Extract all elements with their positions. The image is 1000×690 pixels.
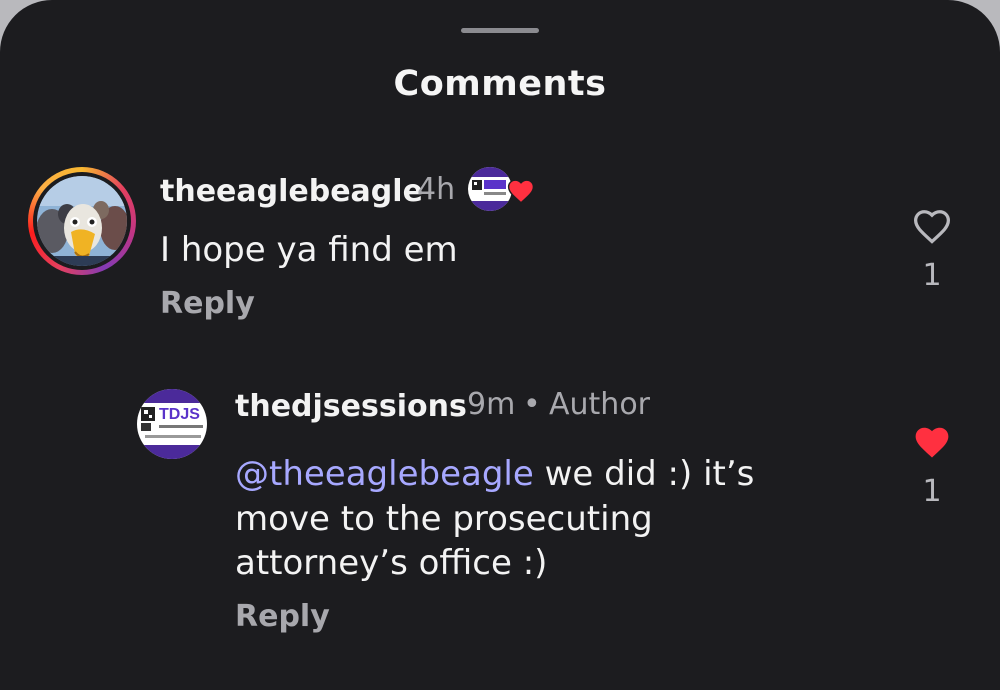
reply-username[interactable]: thedjsessions <box>235 389 467 424</box>
reply-button[interactable]: Reply <box>160 286 255 321</box>
like-count: 1 <box>922 258 942 293</box>
comments-sheet: Comments theeaglebeagle 4h I hope ya fin… <box>0 0 1000 690</box>
reply-button[interactable]: Reply <box>235 599 330 634</box>
heart-filled-icon[interactable] <box>912 424 952 460</box>
drag-handle[interactable] <box>461 28 539 33</box>
avatar[interactable]: TDJS <box>137 389 207 459</box>
story-ring-avatar[interactable] <box>28 167 136 275</box>
meta-separator: • <box>523 387 541 422</box>
comment-username[interactable]: theeaglebeagle <box>160 174 423 209</box>
comment-timestamp: 4h <box>417 172 456 207</box>
heart-outline-icon[interactable] <box>912 208 952 244</box>
creator-liked-heart-icon <box>507 179 535 204</box>
sheet-title: Comments <box>393 64 607 104</box>
reply-text-line-1: @theeaglebeagle we did :) it’s <box>235 454 755 494</box>
reply-text-line-3: attorney’s office :) <box>235 543 548 583</box>
author-label: Author <box>549 387 651 422</box>
mention-link[interactable]: @theeaglebeagle <box>235 454 534 494</box>
svg-text:TDJS: TDJS <box>159 406 200 423</box>
reply-timestamp: 9m <box>467 387 516 422</box>
avatar <box>37 176 127 266</box>
reply-text-line-2: move to the prosecuting <box>235 499 653 539</box>
comment-text: I hope ya find em <box>160 230 458 270</box>
like-count: 1 <box>922 474 942 509</box>
